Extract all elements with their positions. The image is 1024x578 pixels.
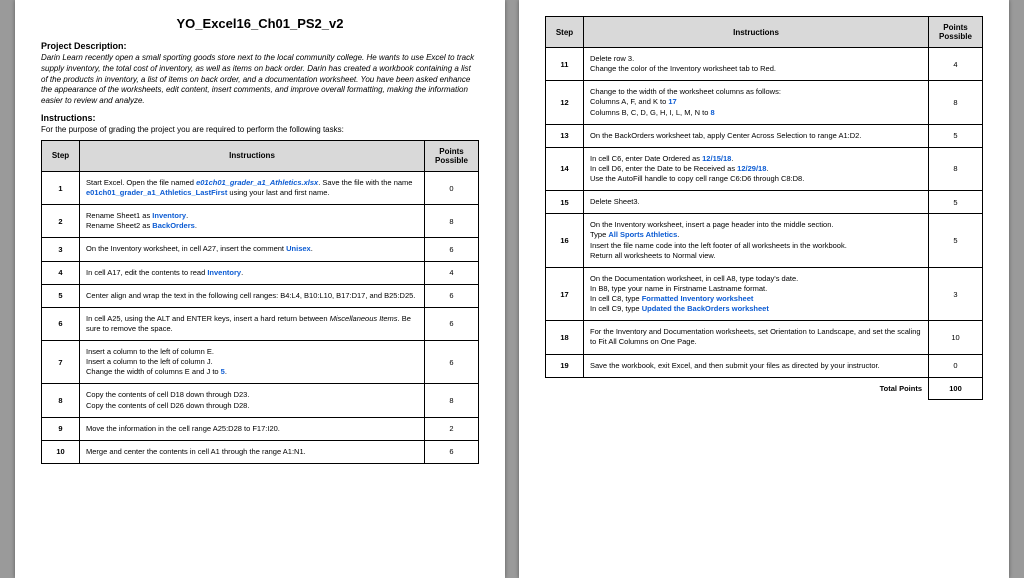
table-row: 9 Move the information in the cell range… [42,417,479,440]
table-header-row: Step Instructions Points Possible [546,17,983,48]
table-row: 18 For the Inventory and Documentation w… [546,321,983,354]
step-instruction: On the BackOrders worksheet tab, apply C… [584,124,929,147]
col-instructions: Instructions [80,140,425,171]
step-points: 5 [929,124,983,147]
step-number: 13 [546,124,584,147]
step-instruction: Change to the width of the worksheet col… [584,81,929,124]
step-points: 3 [929,267,983,321]
step-points: 5 [929,191,983,214]
step-instruction: Move the information in the cell range A… [80,417,425,440]
step-instruction: Merge and center the contents in cell A1… [80,440,425,463]
col-step: Step [546,17,584,48]
step-points: 6 [425,341,479,384]
step-number: 9 [42,417,80,440]
step-number: 15 [546,191,584,214]
step-points: 6 [425,238,479,261]
step-number: 7 [42,341,80,384]
table-row: 5 Center align and wrap the text in the … [42,284,479,307]
step-number: 14 [546,147,584,190]
table-row: 13 On the BackOrders worksheet tab, appl… [546,124,983,147]
step-number: 17 [546,267,584,321]
step-instruction: For the Inventory and Documentation work… [584,321,929,354]
step-number: 3 [42,238,80,261]
step-number: 19 [546,354,584,377]
task-table-2: Step Instructions Points Possible 11 Del… [545,16,983,400]
instructions-lead: For the purpose of grading the project y… [41,125,479,134]
step-points: 8 [929,81,983,124]
step-points: 8 [929,147,983,190]
col-points: Points Possible [929,17,983,48]
instructions-heading: Instructions: [41,113,479,123]
table-row: 19 Save the workbook, exit Excel, and th… [546,354,983,377]
table-row: 4 In cell A17, edit the contents to read… [42,261,479,284]
step-points: 4 [929,48,983,81]
step-instruction: Start Excel. Open the file named e01ch01… [80,171,425,204]
table-row: 7 Insert a column to the left of column … [42,341,479,384]
table-row: 6 In cell A25, using the ALT and ENTER k… [42,307,479,340]
step-instruction: Rename Sheet1 as Inventory. Rename Sheet… [80,205,425,238]
table-row: 8 Copy the contents of cell D18 down thr… [42,384,479,417]
step-number: 18 [546,321,584,354]
table-row: 16 On the Inventory worksheet, insert a … [546,214,983,268]
step-instruction: In cell A25, using the ALT and ENTER key… [80,307,425,340]
step-points: 6 [425,307,479,340]
total-points: 100 [929,377,983,399]
table-row: 15 Delete Sheet3. 5 [546,191,983,214]
table-row: 11 Delete row 3. Change the color of the… [546,48,983,81]
col-step: Step [42,140,80,171]
step-instruction: Center align and wrap the text in the fo… [80,284,425,307]
task-table-1: Step Instructions Points Possible 1 Star… [41,140,479,464]
step-instruction: Delete Sheet3. [584,191,929,214]
col-instructions: Instructions [584,17,929,48]
step-instruction: On the Inventory worksheet, insert a pag… [584,214,929,268]
step-points: 5 [929,214,983,268]
step-number: 12 [546,81,584,124]
table-row: 2 Rename Sheet1 as Inventory. Rename She… [42,205,479,238]
step-points: 6 [425,284,479,307]
step-number: 4 [42,261,80,284]
table-row: 17 On the Documentation worksheet, in ce… [546,267,983,321]
step-points: 4 [425,261,479,284]
step-number: 6 [42,307,80,340]
col-points: Points Possible [425,140,479,171]
step-points: 0 [425,171,479,204]
step-points: 8 [425,205,479,238]
project-desc: Darin Learn recently open a small sporti… [41,53,479,107]
step-points: 0 [929,354,983,377]
step-instruction: In cell A17, edit the contents to read I… [80,261,425,284]
step-points: 8 [425,384,479,417]
step-number: 5 [42,284,80,307]
table-row: 14 In cell C6, enter Date Ordered as 12/… [546,147,983,190]
step-instruction: Save the workbook, exit Excel, and then … [584,354,929,377]
step-instruction: Copy the contents of cell D18 down throu… [80,384,425,417]
step-instruction: On the Documentation worksheet, in cell … [584,267,929,321]
step-instruction: On the Inventory worksheet, in cell A27,… [80,238,425,261]
step-number: 10 [42,440,80,463]
table-row: 10 Merge and center the contents in cell… [42,440,479,463]
table-row: 1 Start Excel. Open the file named e01ch… [42,171,479,204]
page-2: Step Instructions Points Possible 11 Del… [519,0,1009,578]
doc-title: YO_Excel16_Ch01_PS2_v2 [41,16,479,31]
page-1: YO_Excel16_Ch01_PS2_v2 Project Descripti… [15,0,505,578]
step-number: 8 [42,384,80,417]
table-header-row: Step Instructions Points Possible [42,140,479,171]
step-instruction: In cell C6, enter Date Ordered as 12/15/… [584,147,929,190]
step-points: 2 [425,417,479,440]
project-desc-heading: Project Description: [41,41,479,51]
step-number: 16 [546,214,584,268]
table-row: 12 Change to the width of the worksheet … [546,81,983,124]
step-points: 10 [929,321,983,354]
total-label: Total Points [546,377,929,399]
step-points: 6 [425,440,479,463]
step-number: 2 [42,205,80,238]
step-instruction: Insert a column to the left of column E.… [80,341,425,384]
step-number: 1 [42,171,80,204]
step-number: 11 [546,48,584,81]
step-instruction: Delete row 3. Change the color of the In… [584,48,929,81]
table-row: 3 On the Inventory worksheet, in cell A2… [42,238,479,261]
total-row: Total Points 100 [546,377,983,399]
